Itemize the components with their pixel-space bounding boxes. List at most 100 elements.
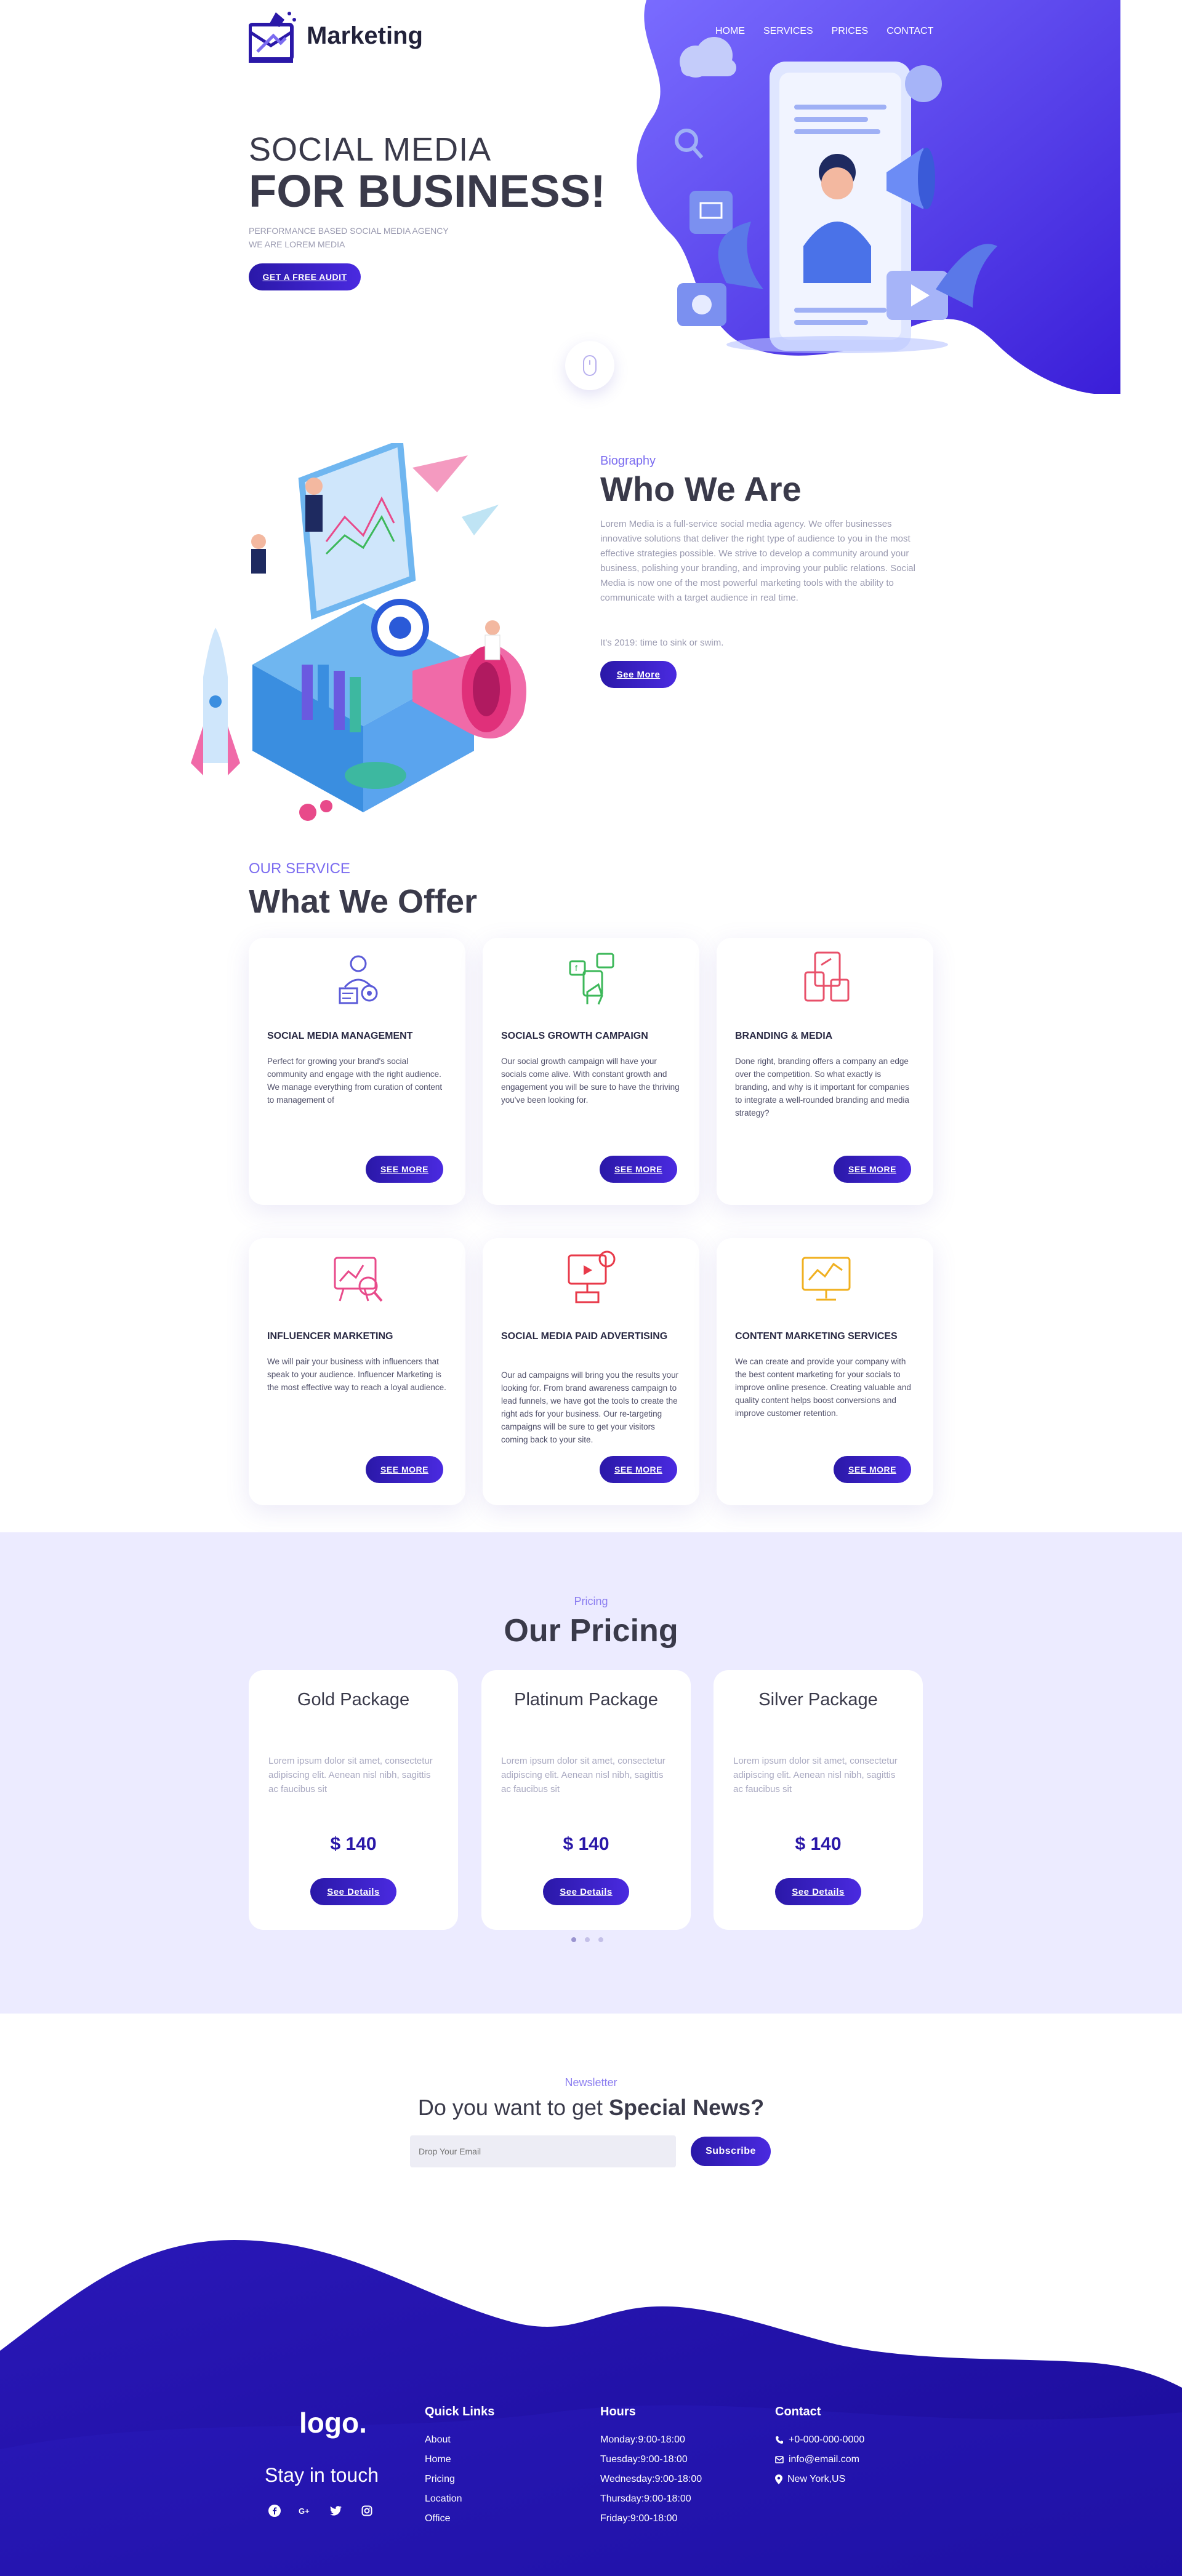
site-logo[interactable]: Marketing (249, 7, 423, 64)
service-description: Our social growth campaign will have you… (501, 1057, 680, 1105)
contact-phone[interactable]: +0-000-000-0000 (775, 2430, 864, 2450)
carousel-dot[interactable] (598, 1937, 603, 1942)
service-description: Done right, branding offers a company an… (735, 1057, 909, 1118)
footer-link-office[interactable]: Office (425, 2509, 494, 2529)
nav-contact[interactable]: CONTACT (886, 26, 933, 37)
newsletter-email-input[interactable] (410, 2135, 676, 2167)
footer-quick-links: Quick Links About Home Pricing Location … (425, 2405, 494, 2529)
service-name: BRANDING & MEDIA (735, 1031, 833, 1041)
mouse-icon (583, 355, 597, 376)
service-name: SOCIAL MEDIA PAID ADVERTISING (501, 1331, 668, 1342)
plan-description: Lorem ipsum dolor sit amet, consectetur … (733, 1756, 898, 1794)
nav-services[interactable]: SERVICES (763, 26, 813, 37)
footer-link-home[interactable]: Home (425, 2450, 494, 2470)
twitter-icon[interactable] (329, 2503, 344, 2518)
location-pin-icon (775, 2474, 782, 2484)
service-name: SOCIALS GROWTH CAMPAIGN (501, 1031, 648, 1041)
pricing-card-silver: Silver Package Lorem ipsum dolor sit ame… (714, 1670, 923, 1930)
hero-subtitle: PERFORMANCE BASED SOCIAL MEDIA AGENCY WE… (249, 224, 449, 251)
services-label: OUR SERVICE (249, 860, 350, 877)
contact-email[interactable]: info@email.com (775, 2450, 864, 2470)
service-name: INFLUENCER MARKETING (267, 1331, 393, 1342)
pricing-label: Pricing (574, 1595, 608, 1607)
paid-ads-icon (568, 1250, 616, 1303)
plan-name: Platinum Package (514, 1690, 658, 1710)
see-details-button[interactable]: See Details (310, 1878, 396, 1905)
footer-contact: Contact +0-000-000-0000 info@email.com N… (775, 2405, 864, 2489)
newsletter-label: Newsletter (565, 2076, 617, 2089)
plan-name: Silver Package (758, 1690, 878, 1710)
footer-link-location[interactable]: Location (425, 2489, 494, 2509)
main-nav: HOME SERVICES PRICES CONTACT (715, 26, 933, 37)
footer-hours: Hours Monday:9:00-18:00 Tuesday:9:00-18:… (600, 2405, 702, 2529)
contact-phone-text: +0-000-000-0000 (789, 2434, 865, 2445)
social-management-icon (339, 955, 378, 1004)
service-card-influencer-marketing: INFLUENCER MARKETING We will pair your bu… (249, 1238, 465, 1505)
instagram-icon[interactable] (360, 2503, 374, 2518)
contact-location[interactable]: New York,US (775, 2470, 864, 2489)
service-card-paid-advertising: SOCIAL MEDIA PAID ADVERTISING Our ad camp… (483, 1238, 699, 1505)
contact-email-text: info@email.com (789, 2454, 859, 2465)
plan-price: $ 140 (330, 1834, 377, 1854)
phone-icon (776, 2436, 783, 2444)
hero-title-line1: SOCIAL MEDIA (249, 131, 492, 168)
nav-home[interactable]: HOME (715, 26, 745, 37)
contact-location-text: New York,US (787, 2474, 846, 2484)
service-description: Our ad campaigns will bring you the resu… (501, 1370, 679, 1444)
carousel-dot[interactable] (585, 1937, 590, 1942)
google-plus-icon[interactable]: G+ (298, 2503, 313, 2518)
service-see-more-button[interactable]: SEE MORE (366, 1456, 443, 1483)
plan-description: Lorem ipsum dolor sit amet, consectetur … (268, 1756, 433, 1794)
service-see-more-button[interactable]: SEE MORE (600, 1456, 677, 1483)
footer-logo[interactable]: logo. (299, 2406, 367, 2439)
service-card-branding-media: BRANDING & MEDIA Done right, branding off… (717, 938, 933, 1205)
service-see-more-button[interactable]: SEE MORE (600, 1156, 677, 1183)
hero-title-line2: FOR BUSINESS! (249, 166, 606, 217)
footer-link-about[interactable]: About (425, 2430, 494, 2450)
hours-tuesday: Tuesday:9:00-18:00 (600, 2454, 688, 2465)
plan-price: $ 140 (563, 1834, 609, 1854)
service-see-more-button[interactable]: SEE MORE (834, 1456, 911, 1483)
service-see-more-button[interactable]: SEE MORE (366, 1156, 443, 1183)
hours-monday: Monday:9:00-18:00 (600, 2434, 685, 2445)
about-title: Who We Are (600, 470, 802, 508)
scroll-down-indicator[interactable] (565, 341, 614, 390)
logo-text: Marketing (307, 22, 423, 49)
service-description: We will pair your business with influenc… (267, 1357, 446, 1392)
services-title: What We Offer (249, 883, 478, 920)
hero-blob-background (637, 0, 1120, 394)
service-card-social-media-management: SOCIAL MEDIA MANAGEMENT Perfect for growi… (249, 938, 465, 1205)
see-details-button[interactable]: See Details (775, 1878, 861, 1905)
about-label: Biography (600, 454, 656, 468)
free-audit-button[interactable]: GET A FREE AUDIT (249, 263, 361, 290)
service-name: SOCIAL MEDIA MANAGEMENT (267, 1031, 413, 1041)
service-card-socials-growth: f SOCIALS GROWTH CAMPAIGN Our social growt… (483, 938, 699, 1205)
hours-thursday: Thursday:9:00-18:00 (600, 2494, 691, 2504)
pricing-title: Our Pricing (504, 1613, 678, 1649)
svg-text:f: f (575, 963, 577, 973)
branding-media-icon (804, 951, 850, 1002)
plan-price: $ 140 (795, 1834, 842, 1854)
svg-text:G+: G+ (299, 2506, 310, 2516)
footer-link-pricing[interactable]: Pricing (425, 2470, 494, 2489)
subscribe-button[interactable]: Subscribe (691, 2137, 771, 2166)
see-details-button[interactable]: See Details (543, 1878, 629, 1905)
footer-stay-in-touch: Stay in touch (265, 2464, 379, 2486)
influencer-icon (334, 1257, 383, 1302)
footer-quick-links-title: Quick Links (425, 2405, 495, 2418)
footer-wave-background (0, 2240, 1182, 2576)
about-text: Lorem Media is a full-service social med… (600, 519, 915, 603)
newsletter-title: Do you want to get Special News? (0, 2095, 1182, 2121)
carousel-dot[interactable] (571, 1937, 576, 1942)
hours-friday: Friday:9:00-18:00 (600, 2513, 678, 2524)
hero-subtitle-line1: PERFORMANCE BASED SOCIAL MEDIA AGENCY (249, 226, 449, 236)
about-see-more-button[interactable]: See More (600, 661, 677, 688)
service-description: We can create and provide your company w… (735, 1357, 911, 1418)
logo-icon (249, 12, 296, 63)
facebook-icon[interactable] (267, 2503, 282, 2518)
growth-campaign-icon: f (569, 953, 614, 1005)
nav-prices[interactable]: PRICES (832, 26, 869, 37)
service-see-more-button[interactable]: SEE MORE (834, 1156, 911, 1183)
plan-name: Gold Package (297, 1690, 410, 1710)
footer-social-links: G+ (267, 2503, 374, 2518)
